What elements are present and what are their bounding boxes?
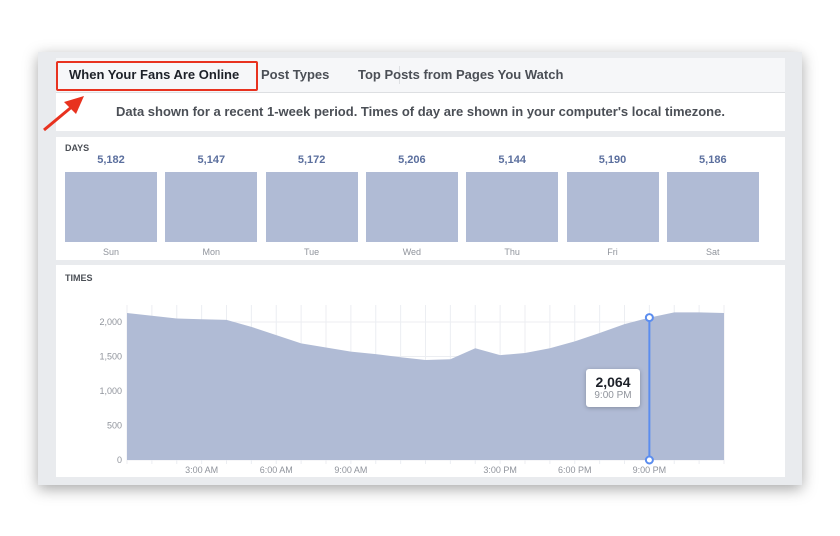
y-tick-label: 0 <box>117 455 122 465</box>
x-tick-label: 9:00 AM <box>334 465 367 475</box>
times-chart: 0 500 1,000 1,500 2,000 3:00 AM 6:00 AM 9:00 AM… <box>99 305 725 475</box>
x-tick-label: 9:00 PM <box>633 465 667 475</box>
x-tick-label: 6:00 PM <box>558 465 592 475</box>
y-tick-label: 1,000 <box>99 386 122 396</box>
x-tick-label: 3:00 PM <box>483 465 517 475</box>
y-tick-label: 1,500 <box>99 352 122 362</box>
x-tick-label: 6:00 AM <box>260 465 293 475</box>
hover-point <box>644 313 654 323</box>
x-tick-label: 3:00 AM <box>185 465 218 475</box>
tooltip: 2,064 9:00 PM <box>586 369 640 407</box>
hover-axis-point <box>644 455 654 465</box>
tooltip-time: 9:00 PM <box>594 390 632 401</box>
tooltip-value: 2,064 <box>595 374 631 390</box>
y-tick-label: 2,000 <box>99 317 122 327</box>
y-tick-label: 500 <box>107 421 122 431</box>
